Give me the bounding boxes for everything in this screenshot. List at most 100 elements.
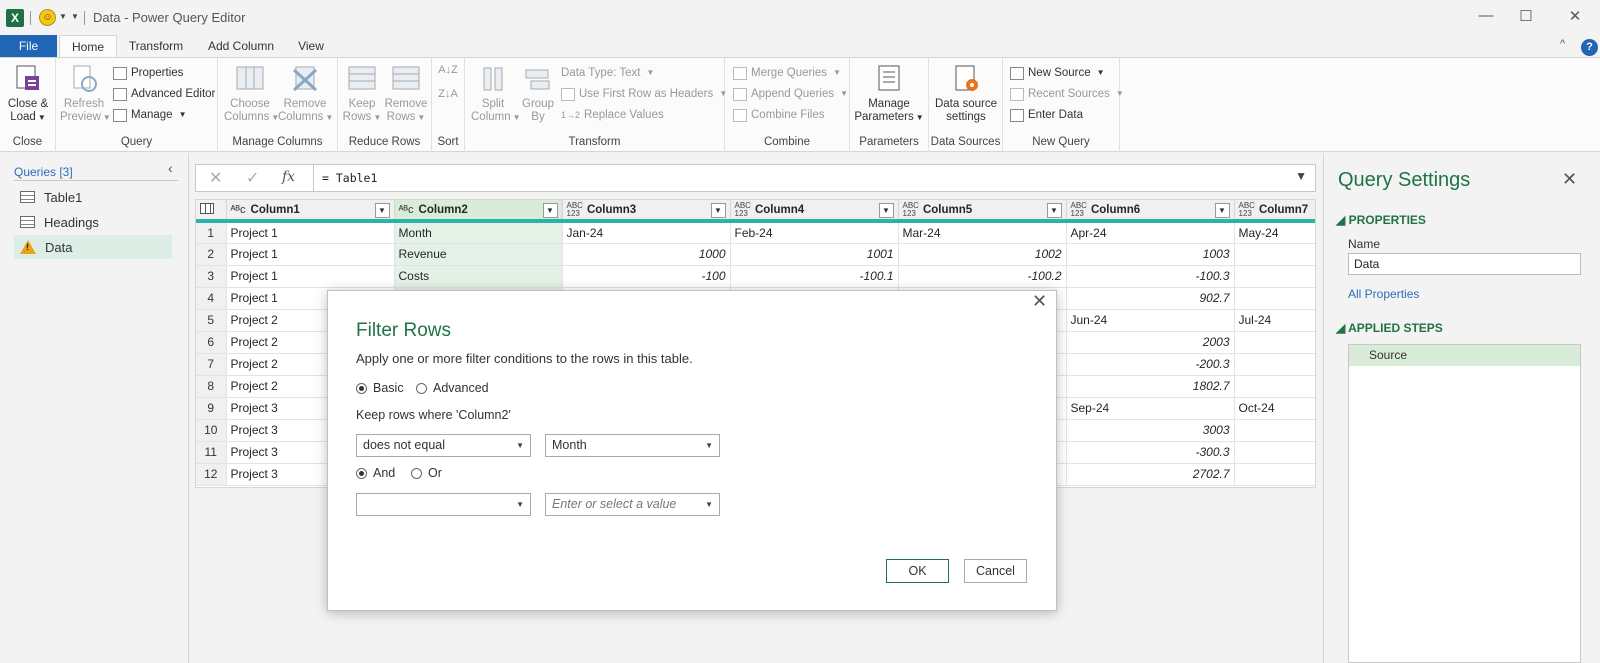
table-cell[interactable]: [1234, 441, 1315, 464]
any-type-icon[interactable]: ABC 123: [1239, 201, 1255, 217]
step-source[interactable]: Source: [1349, 345, 1580, 366]
append-queries-button[interactable]: Append Queries ▼: [733, 85, 848, 103]
data-type-button[interactable]: Data Type: Text ▼: [561, 64, 654, 82]
column-header[interactable]: ABC 123 Column4 ▼: [730, 200, 899, 223]
table-cell[interactable]: [1234, 375, 1315, 398]
value-select-1[interactable]: Month ▼: [545, 434, 720, 457]
table-cell[interactable]: 2702.7: [1066, 463, 1235, 486]
row-number[interactable]: 8: [196, 375, 227, 398]
table-cell[interactable]: Revenue: [394, 243, 563, 266]
row-number[interactable]: 5: [196, 309, 227, 332]
table-cell[interactable]: 3003: [1066, 419, 1235, 442]
dialog-close-icon[interactable]: ✕: [1032, 291, 1047, 312]
tab-view[interactable]: View: [293, 35, 329, 58]
maximize-button[interactable]: ☐: [1511, 7, 1541, 25]
column-filter-icon[interactable]: ▼: [1214, 203, 1230, 217]
any-type-icon[interactable]: ABC 123: [1071, 201, 1087, 217]
close-load-button[interactable]: Close & Load ▼: [4, 64, 52, 124]
table-cell[interactable]: Sep-24: [1066, 397, 1235, 420]
table-cell[interactable]: 1001: [730, 243, 899, 266]
advanced-editor-button[interactable]: Advanced Editor: [113, 85, 215, 103]
row-number[interactable]: 2: [196, 243, 227, 266]
table-cell[interactable]: Project 1: [226, 265, 395, 288]
refresh-preview-button[interactable]: Refresh Preview ▼: [60, 64, 111, 124]
tab-add-column[interactable]: Add Column: [204, 35, 278, 58]
feedback-smiley-icon[interactable]: ☺: [39, 9, 56, 26]
table-cell[interactable]: Mar-24: [898, 221, 1067, 244]
keep-rows-button[interactable]: Keep Rows ▼: [342, 64, 382, 124]
minimize-button[interactable]: —: [1471, 7, 1501, 24]
row-number[interactable]: 11: [196, 441, 227, 464]
table-cell[interactable]: -100.1: [730, 265, 899, 288]
table-cell[interactable]: -200.3: [1066, 353, 1235, 376]
column-header[interactable]: ABC 123 Column7: [1234, 200, 1315, 223]
column-header[interactable]: ABC 123 Column6 ▼: [1066, 200, 1235, 223]
help-icon[interactable]: ?: [1581, 39, 1598, 56]
table-cell[interactable]: Oct-24: [1234, 397, 1315, 420]
formula-expand-icon[interactable]: ▼: [1295, 169, 1307, 183]
table-cell[interactable]: -100.2: [898, 265, 1067, 288]
table-cell[interactable]: -100: [562, 265, 731, 288]
new-source-button[interactable]: New Source ▼: [1010, 64, 1105, 82]
column-header[interactable]: ᴬᴮc Column2 ▼: [394, 200, 563, 223]
recent-sources-button[interactable]: Recent Sources ▼: [1010, 85, 1124, 103]
merge-queries-button[interactable]: Merge Queries ▼: [733, 64, 841, 82]
sort-descending-icon[interactable]: Z↓A: [438, 88, 458, 101]
table-cell[interactable]: [1234, 265, 1315, 288]
table-cell[interactable]: [1234, 243, 1315, 266]
properties-button[interactable]: Properties: [113, 64, 183, 82]
data-source-settings-button[interactable]: Data source settings: [931, 64, 1001, 124]
split-column-button[interactable]: Split Column ▼: [471, 64, 521, 124]
table-cell[interactable]: Jul-24: [1234, 309, 1315, 332]
close-window-button[interactable]: ✕: [1560, 7, 1590, 25]
value-select-2[interactable]: Enter or select a value ▼: [545, 493, 720, 516]
tab-file[interactable]: File: [0, 35, 57, 58]
quick-access-customize-icon[interactable]: ▼: [71, 12, 79, 21]
collapse-ribbon-icon[interactable]: ^: [1560, 38, 1565, 50]
replace-values-button[interactable]: 1→2 Replace Values: [561, 106, 664, 124]
table-cell[interactable]: [1234, 287, 1315, 310]
grid-corner-menu[interactable]: [196, 200, 227, 223]
table-cell[interactable]: 2003: [1066, 331, 1235, 354]
table-cell[interactable]: Month: [394, 221, 563, 244]
collapse-queries-icon[interactable]: ‹: [168, 160, 173, 176]
row-number[interactable]: 9: [196, 397, 227, 420]
table-cell[interactable]: Jun-24: [1066, 309, 1235, 332]
tab-home[interactable]: Home: [59, 35, 117, 58]
column-header[interactable]: ᴬᴮc Column1 ▼: [226, 200, 395, 223]
and-radio[interactable]: And: [356, 466, 395, 480]
formula-commit-icon[interactable]: ✓: [246, 168, 259, 188]
advanced-radio[interactable]: Advanced: [416, 381, 489, 395]
column-header[interactable]: ABC 123 Column5 ▼: [898, 200, 1067, 223]
remove-rows-button[interactable]: Remove Rows ▼: [384, 64, 428, 124]
table-cell[interactable]: 1000: [562, 243, 731, 266]
any-type-icon[interactable]: ABC 123: [903, 201, 919, 217]
table-cell[interactable]: [1234, 353, 1315, 376]
combine-files-button[interactable]: Combine Files: [733, 106, 825, 124]
formula-input[interactable]: = Table1: [313, 165, 1315, 191]
cancel-button[interactable]: Cancel: [964, 559, 1027, 583]
table-cell[interactable]: 1802.7: [1066, 375, 1235, 398]
table-cell[interactable]: Project 1: [226, 221, 395, 244]
row-number[interactable]: 4: [196, 287, 227, 310]
table-cell[interactable]: Project 1: [226, 243, 395, 266]
row-number[interactable]: 7: [196, 353, 227, 376]
column-header[interactable]: ABC 123 Column3 ▼: [562, 200, 731, 223]
column-filter-icon[interactable]: ▼: [878, 203, 894, 217]
all-properties-link[interactable]: All Properties: [1348, 287, 1419, 301]
table-cell[interactable]: Jan-24: [562, 221, 731, 244]
choose-columns-button[interactable]: Choose Columns ▼: [224, 64, 279, 124]
query-item-headings[interactable]: Headings: [14, 210, 172, 234]
column-filter-icon[interactable]: ▼: [542, 203, 558, 217]
operator-select-1[interactable]: does not equal ▼: [356, 434, 531, 457]
row-number[interactable]: 10: [196, 419, 227, 442]
table-cell[interactable]: Feb-24: [730, 221, 899, 244]
table-cell[interactable]: [1234, 463, 1315, 486]
any-type-icon[interactable]: ABC 123: [567, 201, 583, 217]
table-cell[interactable]: [1234, 331, 1315, 354]
fx-icon[interactable]: fx: [282, 169, 295, 185]
first-row-headers-button[interactable]: Use First Row as Headers ▼: [561, 85, 727, 103]
group-by-button[interactable]: Group By: [519, 64, 557, 124]
column-filter-icon[interactable]: ▼: [710, 203, 726, 217]
table-cell[interactable]: 902.7: [1066, 287, 1235, 310]
